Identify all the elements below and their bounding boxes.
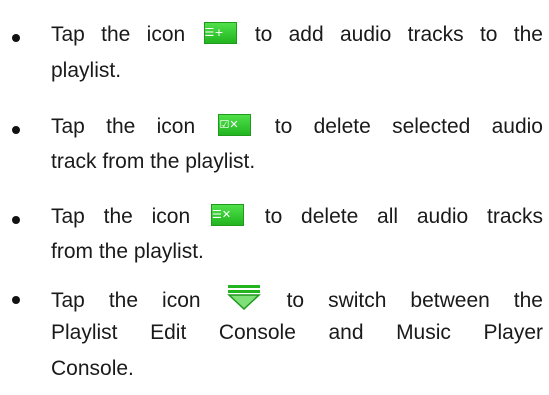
text-continued: Console. bbox=[51, 357, 134, 380]
line-1: Tap the icon ☰✕ to delete all audio trac… bbox=[51, 204, 543, 230]
text-after-icon: to delete selected audio bbox=[274, 115, 543, 138]
bullet-dot bbox=[12, 216, 20, 224]
text-before-icon: Tap the icon bbox=[51, 23, 186, 46]
text-before-icon: Tap the icon bbox=[51, 205, 191, 228]
text-continued: from the playlist. bbox=[51, 240, 204, 263]
text-after-icon: to add audio tracks to the bbox=[254, 23, 543, 46]
text-continued: track from the playlist. bbox=[51, 150, 256, 173]
bullet-dot bbox=[12, 126, 20, 134]
line-1: Tap the icon to switch between the bbox=[51, 284, 543, 314]
delete-all-icon: ☰✕ bbox=[210, 204, 244, 226]
switch-console-icon bbox=[226, 285, 261, 310]
bullet-dot bbox=[12, 34, 20, 42]
line-1: Tap the icon ☰+ to add audio tracks to t… bbox=[51, 22, 543, 48]
text-after-icon: to delete all audio tracks bbox=[264, 205, 544, 228]
line-2: track from the playlist. bbox=[51, 149, 543, 175]
line-3: Console. bbox=[51, 356, 543, 382]
line-2: from the playlist. bbox=[51, 239, 543, 265]
add-tracks-icon: ☰+ bbox=[203, 22, 237, 44]
line-2: Playlist Edit Console and Music Player bbox=[51, 320, 543, 346]
text-continued: playlist. bbox=[51, 59, 122, 82]
text-after-icon: to switch between the bbox=[286, 289, 543, 312]
line-2: playlist. bbox=[51, 58, 543, 84]
instruction-page: Tap the icon ☰+ to add audio tracks to t… bbox=[0, 0, 549, 395]
text-before-icon: Tap the icon bbox=[51, 289, 201, 312]
text-continued: Playlist Edit Console and Music Player bbox=[51, 321, 543, 344]
line-1: Tap the icon ☑✕ to delete selected audio bbox=[51, 114, 543, 140]
bullet-dot bbox=[12, 296, 20, 304]
text-before-icon: Tap the icon bbox=[51, 115, 196, 138]
delete-selected-icon: ☑✕ bbox=[218, 114, 252, 136]
